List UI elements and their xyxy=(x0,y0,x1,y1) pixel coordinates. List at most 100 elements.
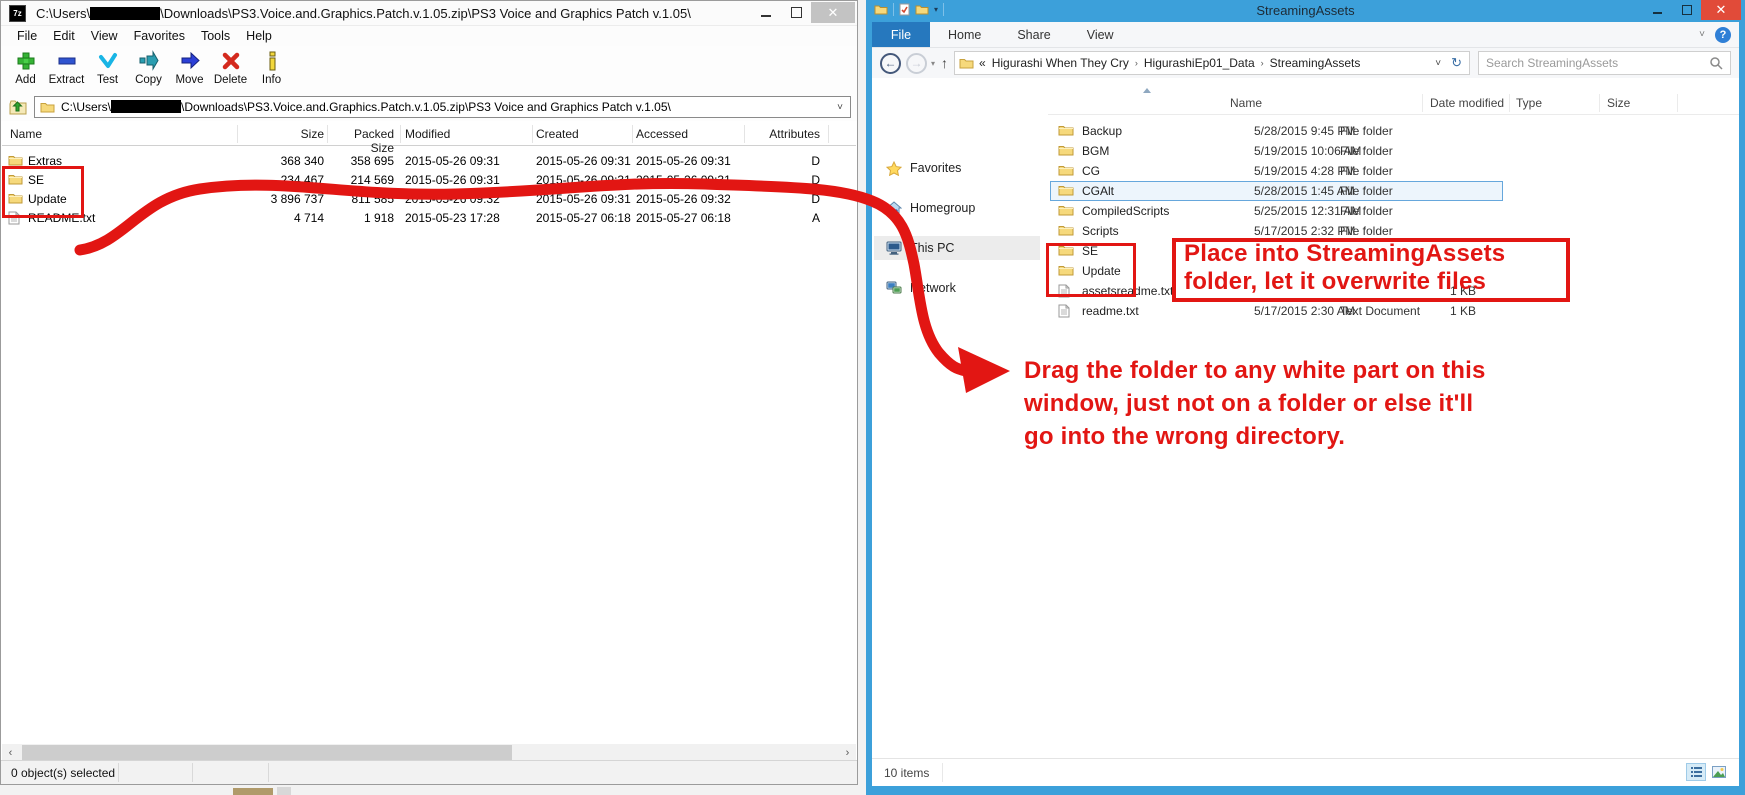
cell: 358 695 xyxy=(328,154,394,168)
breadcrumb-item[interactable]: Higurashi When They Cry xyxy=(992,56,1129,70)
copy-button[interactable]: Copy xyxy=(128,46,169,86)
maximize-icon xyxy=(791,7,802,18)
table-row[interactable]: CompiledScripts5/25/2015 12:31 AMFile fo… xyxy=(872,201,1739,221)
menu-item-edit[interactable]: Edit xyxy=(45,27,83,45)
cell: 2015-05-26 09:31 xyxy=(536,192,631,206)
folder-icon xyxy=(1058,164,1074,176)
column-header-name[interactable]: Name xyxy=(10,127,42,141)
column-header-attributes[interactable]: Attributes xyxy=(752,127,820,141)
refresh-icon[interactable]: ↻ xyxy=(1448,55,1465,71)
maximize-button[interactable] xyxy=(781,2,811,23)
column-header-size[interactable]: Size xyxy=(1607,96,1630,110)
cell: Scripts xyxy=(1082,224,1119,238)
test-icon xyxy=(97,49,119,73)
censored-username xyxy=(111,100,181,113)
column-header-type[interactable]: Type xyxy=(1516,96,1542,110)
column-header-created[interactable]: Created xyxy=(536,127,579,141)
maximize-button[interactable] xyxy=(1672,0,1701,20)
explorer-address-bar[interactable]: « Higurashi When They Cry › HigurashiEp0… xyxy=(954,51,1470,75)
menu-item-tools[interactable]: Tools xyxy=(193,27,238,45)
minimize-button[interactable] xyxy=(751,2,781,23)
tab-view[interactable]: View xyxy=(1069,22,1132,47)
back-button[interactable]: ← xyxy=(880,53,901,74)
info-button[interactable]: Info xyxy=(251,46,292,86)
7zip-address-bar[interactable]: C:\Users\\Downloads\PS3.Voice.and.Graphi… xyxy=(34,96,851,118)
breadcrumb-overflow-icon[interactable]: « xyxy=(979,56,986,70)
cell: 1 KB xyxy=(1412,304,1476,318)
7zip-toolbar: Add Extract Test Copy Move Delete xyxy=(1,46,857,93)
breadcrumb-item[interactable]: StreamingAssets xyxy=(1270,56,1361,70)
table-row[interactable]: Backup5/28/2015 9:45 PMFile folder xyxy=(872,121,1739,141)
breadcrumb-item[interactable]: HigurashiEp01_Data xyxy=(1144,56,1255,70)
cell: 2015-05-26 09:31 xyxy=(636,173,731,187)
search-input[interactable]: Search StreamingAssets xyxy=(1478,51,1731,75)
test-button[interactable]: Test xyxy=(87,46,128,86)
annotation-box-explorer-se-update xyxy=(1046,243,1136,297)
cell: CompiledScripts xyxy=(1082,204,1169,218)
cell: 2015-05-26 09:31 xyxy=(536,173,631,187)
column-header-size[interactable]: Size xyxy=(232,127,324,141)
help-icon[interactable]: ? xyxy=(1715,27,1731,43)
recent-locations-icon[interactable]: ▾ xyxy=(931,59,935,68)
cell: CG xyxy=(1082,164,1100,178)
tab-file[interactable]: File xyxy=(872,22,930,47)
tab-share[interactable]: Share xyxy=(999,22,1068,47)
chevron-down-icon[interactable]: ˅ xyxy=(835,102,845,113)
menu-item-favorites[interactable]: Favorites xyxy=(126,27,193,45)
cell: Text Document xyxy=(1340,304,1420,318)
menu-item-help[interactable]: Help xyxy=(238,27,280,45)
ribbon-tabs: File Home Share View ˅ ? xyxy=(872,22,1739,48)
cell: 2015-05-26 09:31 xyxy=(405,154,500,168)
7zip-address-row: C:\Users\\Downloads\PS3.Voice.and.Graphi… xyxy=(1,93,857,121)
minimize-button[interactable] xyxy=(1643,0,1672,20)
explorer-titlebar[interactable]: ▾ StreamingAssets ✕ xyxy=(866,0,1745,22)
table-row[interactable]: CGAlt5/28/2015 1:45 AMFile folder xyxy=(1050,181,1503,201)
scrollbar-thumb[interactable] xyxy=(22,745,512,760)
close-button[interactable]: ✕ xyxy=(811,2,855,23)
explorer-window-title: StreamingAssets xyxy=(866,3,1745,18)
forward-button[interactable]: → xyxy=(906,53,927,74)
table-row[interactable]: readme.txt5/17/2015 2:30 AMText Document… xyxy=(872,301,1739,321)
menu-item-view[interactable]: View xyxy=(83,27,126,45)
add-button[interactable]: Add xyxy=(5,46,46,86)
move-button[interactable]: Move xyxy=(169,46,210,86)
scroll-right-icon[interactable]: › xyxy=(839,744,856,761)
menu-item-file[interactable]: File xyxy=(9,27,45,45)
info-icon xyxy=(261,49,283,73)
tab-home[interactable]: Home xyxy=(930,22,999,47)
table-row[interactable]: Extras368 340358 6952015-05-26 09:312015… xyxy=(2,151,856,170)
scroll-left-icon[interactable]: ‹ xyxy=(2,744,19,761)
close-button[interactable]: ✕ xyxy=(1701,0,1741,20)
search-icon[interactable] xyxy=(1709,56,1723,70)
up-level-button[interactable] xyxy=(6,96,30,118)
cell: D xyxy=(752,154,820,168)
cell: File folder xyxy=(1340,204,1393,218)
extract-button[interactable]: Extract xyxy=(46,46,87,86)
cell: 2015-05-26 09:32 xyxy=(636,192,731,206)
expand-ribbon-icon[interactable]: ˅ xyxy=(1699,29,1705,40)
table-row[interactable]: CG5/19/2015 4:28 PMFile folder xyxy=(872,161,1739,181)
cell: 2015-05-26 09:32 xyxy=(405,192,500,206)
table-row[interactable]: BGM5/19/2015 10:06 AMFile folder xyxy=(872,141,1739,161)
table-row[interactable]: Update3 896 737811 5852015-05-26 09:3220… xyxy=(2,189,856,208)
folder-icon xyxy=(8,154,23,166)
table-row[interactable]: SE234 467214 5692015-05-26 09:312015-05-… xyxy=(2,170,856,189)
7zip-titlebar[interactable]: 7z C:\Users\\Downloads\PS3.Voice.and.Gra… xyxy=(1,1,857,26)
thumbnail-view-button[interactable] xyxy=(1709,763,1729,781)
column-header-modified[interactable]: Modified xyxy=(405,127,450,141)
horizontal-scrollbar[interactable]: ‹ › xyxy=(2,744,856,761)
address-dropdown-icon[interactable]: ˅ xyxy=(1433,58,1443,69)
column-header-accessed[interactable]: Accessed xyxy=(636,127,688,141)
column-header-name[interactable]: Name xyxy=(1230,96,1262,110)
background-artifact xyxy=(277,787,291,795)
annotation-drag-note: Drag the folder to any white part on thi… xyxy=(1024,354,1486,453)
delete-button[interactable]: Delete xyxy=(210,46,251,86)
table-row[interactable]: README.txt4 7141 9182015-05-23 17:282015… xyxy=(2,208,856,227)
zip-file-list: Extras368 340358 6952015-05-26 09:312015… xyxy=(2,151,856,227)
folder-icon xyxy=(1058,124,1074,136)
details-view-button[interactable] xyxy=(1686,763,1706,781)
folder-icon xyxy=(1058,144,1074,156)
up-button[interactable]: ↑ xyxy=(941,55,948,71)
move-icon xyxy=(179,49,201,73)
column-header-date-modified[interactable]: Date modified xyxy=(1430,96,1504,110)
